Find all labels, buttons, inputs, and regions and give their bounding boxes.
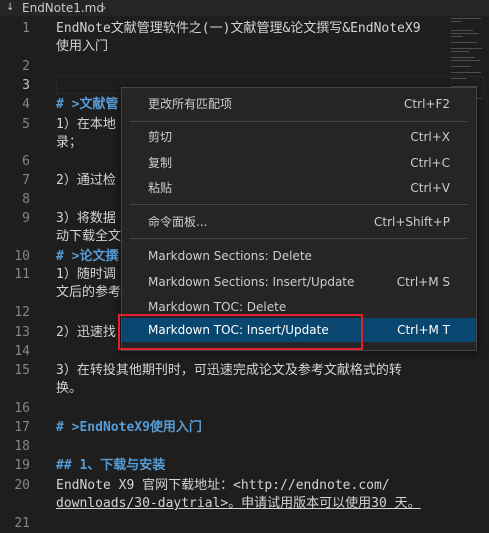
code-line[interactable]: 动下载全文 [56, 228, 121, 246]
code-line[interactable]: EndNote文献管理软件之(一)文献管理&论文撰写&EndNoteX9 [56, 20, 421, 38]
line-number: 12 [14, 305, 30, 320]
line-number: 4 [22, 97, 30, 112]
code-line[interactable]: 2）通过检 [56, 172, 116, 190]
line-number: 10 [14, 249, 30, 264]
menu-separator [130, 238, 468, 239]
code-line[interactable]: 换。 [56, 380, 82, 398]
heading-line[interactable]: # >文献管 [56, 96, 118, 114]
menu-item-sections-insert-update[interactable]: Markdown Sections: Insert/Update Ctrl+M … [122, 270, 476, 294]
menu-item-shortcut: Ctrl+M S [396, 275, 450, 289]
code-line[interactable]: 录； [56, 134, 82, 152]
line-number: 3 [22, 78, 30, 93]
code-line[interactable]: EndNote X9 官网下载地址：<http://endnote.com/ [56, 477, 390, 495]
menu-item-cut[interactable]: 剪切 Ctrl+X [122, 125, 476, 149]
line-number: 11 [14, 267, 30, 282]
line-number: 21 [14, 516, 30, 531]
menu-item-change-all-occurrences[interactable]: 更改所有匹配项 Ctrl+F2 [122, 92, 476, 116]
line-number: 15 [14, 363, 30, 378]
annotation-highlight-box [118, 314, 363, 350]
tab-filename: EndNote1.md [22, 1, 104, 15]
menu-item-shortcut: Ctrl+V [410, 181, 450, 195]
heading-line[interactable]: ## 1、下载与安装 [56, 457, 165, 475]
line-number: 8 [22, 192, 30, 207]
breadcrumb-chevron-icon[interactable]: › [102, 0, 106, 16]
menu-item-label: Markdown Sections: Delete [148, 249, 312, 263]
code-line[interactable]: downloads/30-daytrial>。申请试用版本可以使用30 天。 [56, 495, 421, 513]
menu-item-sections-delete[interactable]: Markdown Sections: Delete [122, 244, 476, 268]
code-line[interactable]: 1）随时调 [56, 266, 116, 284]
menu-item-paste[interactable]: 粘贴 Ctrl+V [122, 176, 476, 200]
line-number: 5 [22, 117, 30, 132]
code-line[interactable]: 3）在转投其他期刊时，可迅速完成论文及参考文献格式的转 [56, 362, 402, 380]
code-line[interactable]: 2）迅速找 [56, 324, 116, 342]
menu-item-label: 命令面板... [148, 215, 208, 229]
line-number: 18 [14, 439, 30, 454]
editor-tab[interactable]: ↓ EndNote1.md › [0, 0, 489, 16]
line-number: 17 [14, 420, 30, 435]
line-number: 1 [22, 21, 30, 36]
menu-item-command-palette[interactable]: 命令面板... Ctrl+Shift+P [122, 210, 476, 234]
heading-line[interactable]: # >论文撰 [56, 248, 118, 266]
line-number: 2 [22, 59, 30, 74]
line-number: 19 [14, 458, 30, 473]
line-number: 9 [22, 211, 30, 226]
context-menu: 更改所有匹配项 Ctrl+F2 剪切 Ctrl+X 复制 Ctrl+C 粘贴 C… [121, 87, 477, 351]
code-line[interactable]: 1）在本地 [56, 116, 116, 134]
code-line[interactable]: 3）将数据 [56, 210, 116, 228]
markdown-file-icon: ↓ [6, 2, 15, 13]
menu-separator [130, 121, 468, 122]
menu-item-label: 粘贴 [148, 181, 173, 195]
menu-separator [130, 204, 468, 205]
code-line[interactable]: 文后的参考 [56, 284, 121, 302]
menu-item-label: 剪切 [148, 130, 173, 144]
line-number: 16 [14, 401, 30, 416]
menu-item-label: 更改所有匹配项 [148, 97, 233, 111]
menu-item-shortcut: Ctrl+Shift+P [374, 215, 450, 229]
line-number: 14 [14, 344, 30, 359]
menu-item-shortcut: Ctrl+M T [397, 323, 450, 337]
menu-item-shortcut: Ctrl+C [410, 156, 450, 170]
menu-item-shortcut: Ctrl+F2 [404, 97, 450, 111]
menu-item-label: Markdown Sections: Insert/Update [148, 275, 355, 289]
menu-item-shortcut: Ctrl+X [410, 130, 450, 144]
line-number: 13 [14, 325, 30, 340]
line-number: 6 [22, 154, 30, 169]
code-line[interactable]: 使用入门 [56, 38, 108, 56]
menu-item-label: 复制 [148, 156, 173, 170]
line-number: 20 [14, 478, 30, 493]
line-number: 7 [22, 173, 30, 188]
heading-line[interactable]: # >EndNoteX9使用入门 [56, 419, 202, 437]
menu-item-copy[interactable]: 复制 Ctrl+C [122, 151, 476, 175]
